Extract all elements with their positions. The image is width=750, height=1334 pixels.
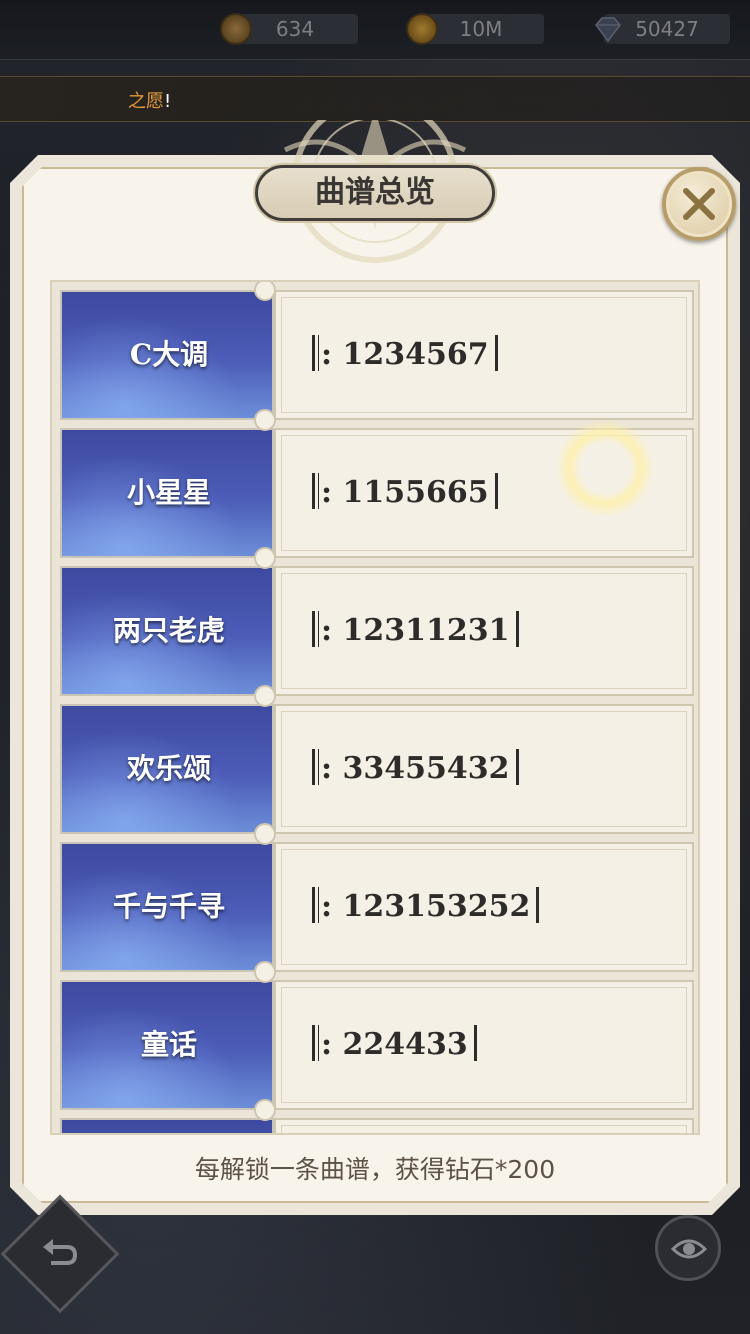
song-name-panel: C大调 <box>60 290 274 420</box>
song-row[interactable]: 小星星 : 1155665 <box>60 428 694 558</box>
end-bar-icon <box>494 473 498 509</box>
reward-hint: 每解锁一条曲谱，获得钻石*200 <box>194 1155 556 1184</box>
song-score: : 1234567 <box>312 292 498 418</box>
end-bar-icon <box>536 887 540 923</box>
eye-icon <box>671 1239 707 1259</box>
song-list[interactable]: C大调 : 1234567 小星星 : 1155665 两只老虎 : 12311… <box>50 280 700 1135</box>
song-row[interactable]: 两只老虎 : 12311231 <box>60 566 694 696</box>
modal-title: 曲谱总览 <box>255 165 495 221</box>
row-connector-dot <box>254 685 276 707</box>
song-name: 千与千寻 <box>112 890 225 923</box>
score-digits: 123153252 <box>342 889 531 924</box>
end-bar-icon <box>515 611 519 647</box>
repeat-bar-thin-icon <box>318 749 319 785</box>
score-digits: 12311231 <box>342 613 510 648</box>
song-score-panel: : 1234567 <box>274 290 694 420</box>
close-button[interactable] <box>662 167 736 241</box>
repeat-bar-icon <box>312 335 315 371</box>
repeat-bar-icon <box>312 1025 315 1061</box>
song-name: 欢乐颂 <box>126 752 211 785</box>
song-row[interactable]: 童话 : 224433 <box>60 980 694 1110</box>
currency-diamond: 50427 <box>595 14 730 44</box>
song-name-panel <box>60 1118 274 1133</box>
row-connector-dot <box>254 1099 276 1121</box>
song-row-partial[interactable] <box>60 1118 694 1133</box>
coin-icon <box>220 13 252 45</box>
song-score-panel <box>274 1118 694 1133</box>
song-name-panel: 千与千寻 <box>60 842 274 972</box>
song-name: C大调 <box>129 338 209 371</box>
repeat-bar-thin-icon <box>318 611 319 647</box>
gold-coin-icon <box>406 13 438 45</box>
repeat-bar-icon <box>312 749 315 785</box>
song-score: : 224433 <box>312 982 477 1108</box>
end-bar-icon <box>473 1025 477 1061</box>
row-connector-dot <box>254 282 276 301</box>
row-connector-dot <box>254 961 276 983</box>
song-score-panel: : 224433 <box>274 980 694 1110</box>
repeat-bar-thin-icon <box>318 335 319 371</box>
back-arrow-icon <box>43 1239 78 1265</box>
row-connector-dot <box>254 823 276 845</box>
song-name-panel: 童话 <box>60 980 274 1110</box>
repeat-bar-icon <box>312 611 315 647</box>
repeat-bar-thin-icon <box>318 887 319 923</box>
song-row[interactable]: 千与千寻 : 123153252 <box>60 842 694 972</box>
song-score: : 1155665 <box>312 430 498 556</box>
song-score: : 123153252 <box>312 844 540 970</box>
eye-button[interactable] <box>655 1215 721 1281</box>
song-name: 小星星 <box>126 476 211 509</box>
gold-value: 10M <box>459 17 503 41</box>
score-digits: 33455432 <box>342 751 510 786</box>
song-score: : 33455432 <box>312 706 519 832</box>
announcement-banner: 之愿! <box>0 76 750 122</box>
banner-exclamation: ! <box>164 91 172 112</box>
top-bar: 634 10M 50427 <box>0 0 750 60</box>
end-bar-icon <box>494 335 498 371</box>
banner-label: 之愿 <box>128 91 164 112</box>
song-row[interactable]: 欢乐颂 : 33455432 <box>60 704 694 834</box>
row-connector-dot <box>254 547 276 569</box>
coin-value: 634 <box>275 17 315 41</box>
song-name-panel: 小星星 <box>60 428 274 558</box>
song-score-panel: : 123153252 <box>274 842 694 972</box>
song-row[interactable]: C大调 : 1234567 <box>60 290 694 420</box>
row-connector-dot <box>254 409 276 431</box>
repeat-bar-icon <box>312 887 315 923</box>
diamond-icon <box>592 13 624 45</box>
diamond-value: 50427 <box>635 17 699 41</box>
score-digits: 1234567 <box>342 337 489 372</box>
song-name-panel: 两只老虎 <box>60 566 274 696</box>
currency-coin: 634 <box>220 13 358 45</box>
end-bar-icon <box>515 749 519 785</box>
score-digits: 1155665 <box>342 475 489 510</box>
song-name: 童话 <box>140 1028 197 1061</box>
repeat-bar-thin-icon <box>318 473 319 509</box>
song-score-panel: : 12311231 <box>274 566 694 696</box>
song-score: : 12311231 <box>312 568 519 694</box>
repeat-bar-icon <box>312 473 315 509</box>
score-digits: 224433 <box>342 1027 468 1062</box>
song-name-panel: 欢乐颂 <box>60 704 274 834</box>
repeat-bar-thin-icon <box>318 1025 319 1061</box>
song-name: 两只老虎 <box>112 614 225 647</box>
score-overview-modal: 曲谱总览 C大调 : 1234567 小星星 : 1155665 两只老虎: … <box>10 120 740 1215</box>
close-icon <box>683 188 715 220</box>
song-score-panel: : 33455432 <box>274 704 694 834</box>
currency-gold: 10M <box>406 13 544 45</box>
song-score-panel: : 1155665 <box>274 428 694 558</box>
banner-text: 之愿! <box>128 87 171 113</box>
